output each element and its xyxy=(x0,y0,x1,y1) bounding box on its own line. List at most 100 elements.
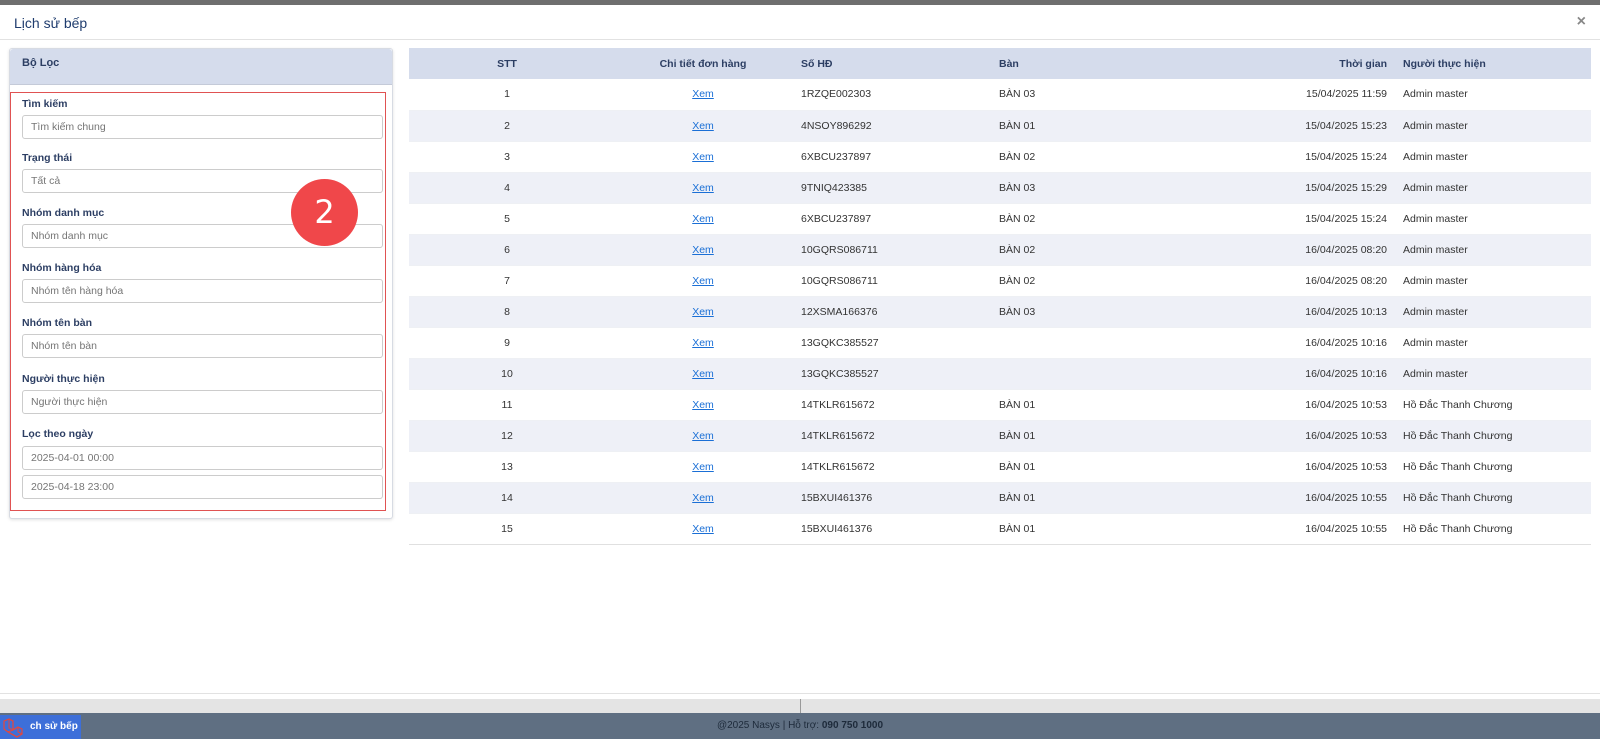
cell-stt: 3 xyxy=(409,141,605,173)
cell-order-detail: Xem xyxy=(605,141,801,173)
cell-order-detail: Xem xyxy=(605,172,801,204)
table-row[interactable]: 15 Xem 15BXUI461376 BÀN 01 16/04/2025 10:55 H… xyxy=(409,513,1591,545)
performer-label: Người thực hiện xyxy=(22,373,105,385)
table-row[interactable]: 2 Xem 4NSOY896292 BÀN 01 15/04/2025 15:23 Adm… xyxy=(409,110,1591,142)
cell-table: BÀN 02 xyxy=(999,203,1163,235)
cell-stt: 15 xyxy=(409,513,605,545)
col-header-time[interactable]: Thời gian xyxy=(1163,48,1403,79)
table-row[interactable]: 3 Xem 6XBCU237897 BÀN 02 15/04/2025 15:24 Adm… xyxy=(409,141,1591,173)
background-strip xyxy=(0,699,1600,713)
cell-order-detail: Xem xyxy=(605,110,801,142)
view-order-link[interactable]: Xem xyxy=(692,120,714,132)
table-row[interactable]: 1 Xem 1RZQE002303 BÀN 03 15/04/2025 11:59 Adm… xyxy=(409,79,1591,111)
view-order-link[interactable]: Xem xyxy=(692,399,714,411)
col-header-order-detail[interactable]: Chi tiết đơn hàng xyxy=(605,48,801,79)
filter-highlight-box: Tìm kiếm Trạng thái Tất cả Nhóm danh mục… xyxy=(10,92,386,511)
performer-input[interactable] xyxy=(22,390,383,414)
cell-table: BÀN 02 xyxy=(999,265,1163,297)
cell-time: 16/04/2025 10:53 xyxy=(1163,451,1403,483)
col-header-stt[interactable]: STT xyxy=(409,48,605,79)
cell-stt: 6 xyxy=(409,234,605,266)
status-label: Trạng thái xyxy=(22,152,73,164)
cell-time: 15/04/2025 15:23 xyxy=(1163,110,1403,142)
cell-time: 16/04/2025 10:55 xyxy=(1163,513,1403,545)
cell-invoice: 10GQRS086711 xyxy=(801,265,999,297)
date-to-input[interactable] xyxy=(22,475,383,499)
cell-invoice: 1RZQE002303 xyxy=(801,79,999,111)
view-order-link[interactable]: Xem xyxy=(692,461,714,473)
cell-table: BÀN 01 xyxy=(999,451,1163,483)
view-order-link[interactable]: Xem xyxy=(692,275,714,287)
cell-performer: Hồ Đắc Thanh Chương xyxy=(1403,451,1591,483)
cell-performer: Admin master xyxy=(1403,110,1591,142)
table-row[interactable]: 14 Xem 15BXUI461376 BÀN 01 16/04/2025 10:55 H… xyxy=(409,482,1591,514)
cell-performer: Admin master xyxy=(1403,234,1591,266)
cell-stt: 8 xyxy=(409,296,605,328)
cell-order-detail: Xem xyxy=(605,234,801,266)
view-order-link[interactable]: Xem xyxy=(692,213,714,225)
modal-footer-divider xyxy=(0,693,1600,694)
cell-performer: Admin master xyxy=(1403,141,1591,173)
table-row[interactable]: 12 Xem 14TKLR615672 BÀN 01 16/04/2025 10:53 H… xyxy=(409,420,1591,452)
col-header-performer[interactable]: Người thực hiện xyxy=(1403,48,1591,79)
close-icon[interactable]: × xyxy=(1577,13,1586,31)
cell-time: 16/04/2025 10:55 xyxy=(1163,482,1403,514)
table-row[interactable]: 4 Xem 9TNIQ423385 BÀN 03 15/04/2025 15:29 Adm… xyxy=(409,172,1591,204)
history-table: STT Chi tiết đơn hàng Số HĐ Bàn Thời gia… xyxy=(409,48,1591,545)
view-order-link[interactable]: Xem xyxy=(692,306,714,318)
history-table-wrap: STT Chi tiết đơn hàng Số HĐ Bàn Thời gia… xyxy=(409,48,1591,545)
cell-table: BÀN 01 xyxy=(999,513,1163,545)
cell-stt: 9 xyxy=(409,327,605,359)
cell-stt: 12 xyxy=(409,420,605,452)
table-row[interactable]: 6 Xem 10GQRS086711 BÀN 02 16/04/2025 08:20 Ad… xyxy=(409,234,1591,266)
cell-table: BÀN 03 xyxy=(999,172,1163,204)
cell-invoice: 10GQRS086711 xyxy=(801,234,999,266)
view-order-link[interactable]: Xem xyxy=(692,337,714,349)
footer-hotline[interactable]: 090 750 1000 xyxy=(822,720,883,731)
table-row[interactable]: 11 Xem 14TKLR615672 BÀN 01 16/04/2025 10:53 H… xyxy=(409,389,1591,421)
view-order-link[interactable]: Xem xyxy=(692,368,714,380)
view-order-link[interactable]: Xem xyxy=(692,244,714,256)
modal-header: Lịch sử bếp × xyxy=(0,5,1600,40)
col-header-invoice[interactable]: Số HĐ xyxy=(801,48,999,79)
view-order-link[interactable]: Xem xyxy=(692,182,714,194)
page-footer: @2025 Nasys | Hỗ trợ: 090 750 1000 xyxy=(0,713,1600,739)
table-row[interactable]: 9 Xem 13GQKC385527 16/04/2025 10:16 Admin ma… xyxy=(409,327,1591,359)
filter-header: Bộ Lọc xyxy=(10,49,392,85)
cell-stt: 1 xyxy=(409,79,605,111)
cell-performer: Hồ Đắc Thanh Chương xyxy=(1403,389,1591,421)
cell-time: 16/04/2025 10:16 xyxy=(1163,327,1403,359)
table-group-input[interactable] xyxy=(22,334,383,358)
view-order-link[interactable]: Xem xyxy=(692,523,714,535)
footer-copyright: @2025 Nasys | Hỗ trợ: xyxy=(716,720,820,731)
view-order-link[interactable]: Xem xyxy=(692,492,714,504)
cell-order-detail: Xem xyxy=(605,513,801,545)
cell-invoice: 13GQKC385527 xyxy=(801,358,999,390)
table-header-row: STT Chi tiết đơn hàng Số HĐ Bàn Thời gia… xyxy=(409,48,1591,79)
view-order-link[interactable]: Xem xyxy=(692,151,714,163)
table-row[interactable]: 8 Xem 12XSMA166376 BÀN 03 16/04/2025 10:13 Ad… xyxy=(409,296,1591,328)
search-label: Tìm kiếm xyxy=(22,98,68,110)
col-header-table[interactable]: Bàn xyxy=(999,48,1163,79)
background-divider xyxy=(800,699,801,713)
cell-stt: 11 xyxy=(409,389,605,421)
table-row[interactable]: 7 Xem 10GQRS086711 BÀN 02 16/04/2025 08:20 Ad… xyxy=(409,265,1591,297)
cell-performer: Hồ Đắc Thanh Chương xyxy=(1403,482,1591,514)
view-order-link[interactable]: Xem xyxy=(692,430,714,442)
cell-order-detail: Xem xyxy=(605,420,801,452)
cell-performer: Admin master xyxy=(1403,203,1591,235)
cell-table xyxy=(999,358,1163,390)
step-badge: 2 xyxy=(291,179,358,246)
table-row[interactable]: 13 Xem 14TKLR615672 BÀN 01 16/04/2025 10:53 H… xyxy=(409,451,1591,483)
cell-table xyxy=(999,327,1163,359)
search-input[interactable] xyxy=(22,115,383,139)
cell-stt: 5 xyxy=(409,203,605,235)
view-order-link[interactable]: Xem xyxy=(692,88,714,100)
table-row[interactable]: 5 Xem 6XBCU237897 BÀN 02 15/04/2025 15:24 Adm… xyxy=(409,203,1591,235)
table-row[interactable]: 10 Xem 13GQKC385527 16/04/2025 10:16 Admin m… xyxy=(409,358,1591,390)
cell-invoice: 14TKLR615672 xyxy=(801,389,999,421)
date-filter-label: Lọc theo ngày xyxy=(22,428,94,440)
cell-invoice: 14TKLR615672 xyxy=(801,420,999,452)
product-group-input[interactable] xyxy=(22,279,383,303)
date-from-input[interactable] xyxy=(22,446,383,470)
